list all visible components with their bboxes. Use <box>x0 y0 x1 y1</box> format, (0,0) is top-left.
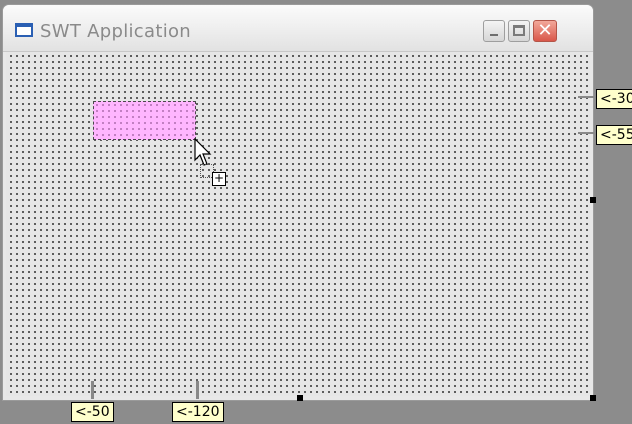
drag-add-icon: + <box>212 171 226 186</box>
left-guide-line-2 <box>196 381 199 399</box>
minimize-button[interactable] <box>483 20 505 42</box>
left-guide-line-1 <box>91 381 94 399</box>
close-icon: ✕ <box>537 20 553 41</box>
top-guide-line-2 <box>578 132 594 134</box>
minimize-icon <box>490 34 498 36</box>
maximize-button[interactable] <box>508 20 530 42</box>
top-attachment-label-1: <-30 <box>596 89 632 109</box>
close-button[interactable]: ✕ <box>533 20 557 42</box>
resize-handle-corner[interactable] <box>590 395 596 401</box>
resize-handle-right[interactable] <box>590 197 596 203</box>
left-attachment-label-2: <-120 <box>172 402 224 422</box>
left-attachment-label-1: <-50 <box>71 402 114 422</box>
top-guide-line-1 <box>578 96 594 98</box>
window-title: SWT Application <box>40 21 192 42</box>
top-attachment-label-2: <-55 <box>596 125 632 145</box>
title-bar[interactable]: SWT Application ✕ <box>3 5 593 52</box>
maximize-icon <box>513 25 525 36</box>
app-window-icon <box>15 23 33 37</box>
selected-widget-placeholder[interactable] <box>93 101 196 140</box>
resize-handle-bottom[interactable] <box>297 395 303 401</box>
